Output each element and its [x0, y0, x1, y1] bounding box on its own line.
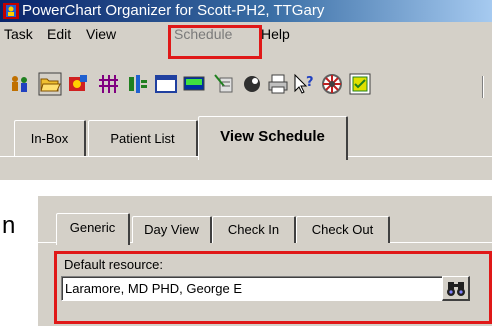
menu-task[interactable]: Task [4, 22, 33, 46]
default-resource-field[interactable]: Laramore, MD PHD, George E [61, 276, 459, 301]
print-icon[interactable] [266, 72, 290, 96]
open-folder-icon[interactable] [38, 72, 62, 96]
tab-check-in[interactable]: Check In [212, 216, 296, 243]
schedule-menu-highlight [168, 25, 262, 59]
menu-help[interactable]: Help [261, 22, 290, 46]
text-fragment: n [2, 212, 16, 239]
toolbar: ? [0, 60, 492, 112]
message-icon[interactable] [240, 72, 264, 96]
menu-edit[interactable]: Edit [47, 22, 71, 46]
tab-patient-list[interactable]: Patient List [88, 120, 198, 156]
svg-text:?: ? [306, 75, 314, 90]
app-icon [2, 2, 20, 20]
tab-check-out[interactable]: Check Out [296, 216, 390, 243]
powerchart-window: PowerChart Organizer for Scott-PH2, TTGa… [0, 0, 492, 180]
people-icon[interactable] [8, 72, 32, 96]
resource-lookup-button[interactable] [442, 276, 470, 301]
document-icon[interactable] [348, 72, 372, 96]
tab-generic[interactable]: Generic [56, 213, 130, 245]
help-icon[interactable]: ? [292, 72, 316, 96]
tab-view-schedule[interactable]: View Schedule [198, 116, 348, 160]
default-resource-label: Default resource: [64, 257, 163, 272]
binoculars-icon [446, 280, 466, 298]
preferences-dialog: Generic Day View Check In Check Out Defa… [38, 196, 492, 326]
menu-view[interactable]: View [86, 22, 116, 46]
tab-inbox[interactable]: In-Box [14, 120, 86, 156]
title-bar[interactable]: PowerChart Organizer for Scott-PH2, TTGa… [0, 0, 492, 22]
notes-icon[interactable] [212, 72, 236, 96]
toolbar-separator [482, 76, 484, 98]
patient-chart-icon[interactable] [66, 72, 90, 96]
monitor-icon[interactable] [182, 72, 206, 96]
settings-icon[interactable] [320, 72, 344, 96]
grid-icon[interactable] [96, 72, 120, 96]
calendar-icon[interactable] [154, 72, 178, 96]
window-title: PowerChart Organizer for Scott-PH2, TTGa… [22, 2, 325, 19]
tab-day-view[interactable]: Day View [132, 216, 212, 243]
main-tab-strip: In-Box Patient List View Schedule [0, 114, 492, 180]
tracking-icon[interactable] [126, 72, 150, 96]
